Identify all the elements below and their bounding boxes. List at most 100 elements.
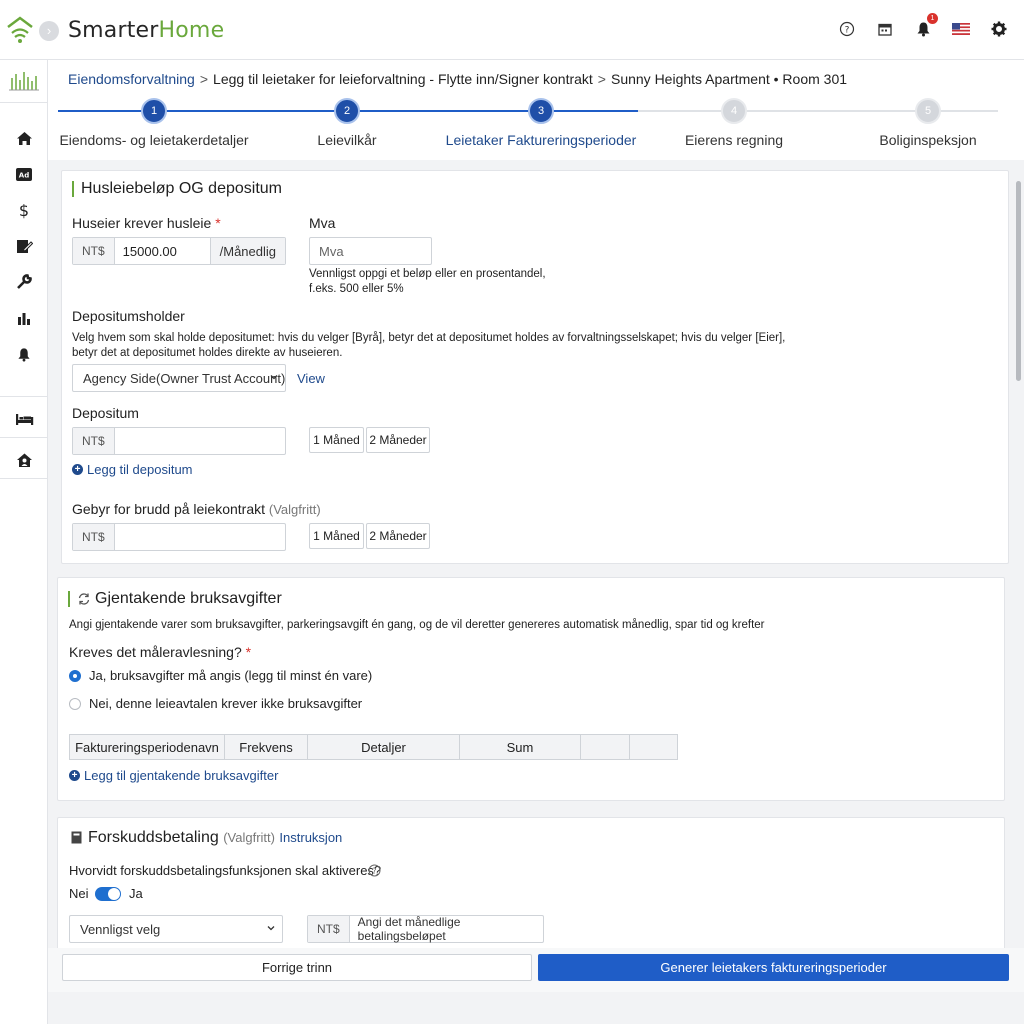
scrollbar-thumb[interactable] bbox=[1016, 181, 1021, 381]
notification-count-badge: 1 bbox=[927, 13, 938, 24]
sidebar-item-contracts[interactable] bbox=[0, 228, 48, 264]
book-icon bbox=[71, 831, 82, 847]
currency-addon: NT$ bbox=[73, 238, 115, 264]
step-3-circle[interactable]: 3 bbox=[528, 98, 554, 124]
svg-text:?: ? bbox=[845, 26, 850, 36]
sidebar-item-notifications[interactable] bbox=[0, 336, 48, 372]
breach-fee-field[interactable]: NT$ bbox=[72, 523, 286, 551]
deposit-holder-selected: Agency Side(Owner Trust Account) bbox=[83, 370, 286, 386]
step-2-label[interactable]: Leievilkår bbox=[317, 132, 376, 148]
refresh-icon bbox=[77, 592, 91, 609]
step-1-circle[interactable]: 1 bbox=[141, 98, 167, 124]
add-deposit-link[interactable]: + Legg til depositum bbox=[72, 462, 193, 477]
bed-icon bbox=[15, 413, 33, 425]
add-recurring-charge-link[interactable]: + Legg til gjentakende bruksavgifter bbox=[69, 768, 278, 783]
rent-amount-field[interactable]: NT$ 15000.00 /Månedlig bbox=[72, 237, 286, 265]
home-icon bbox=[16, 131, 32, 145]
sidebar-item-maintenance[interactable] bbox=[0, 264, 48, 300]
top-bar: › SmarterHome ? 1 bbox=[0, 0, 1024, 60]
page-scrollbar[interactable] bbox=[1013, 175, 1024, 955]
step-3-label[interactable]: Leietaker Faktureringsperioder bbox=[446, 132, 637, 148]
wrench-icon bbox=[17, 274, 32, 289]
us-flag-icon[interactable] bbox=[952, 20, 970, 38]
instructions-link[interactable]: Instruksjon bbox=[279, 830, 342, 845]
sidebar-item-home[interactable] bbox=[0, 120, 48, 156]
meter-yes-option[interactable]: Ja, bruksavgifter må angis (legg til min… bbox=[69, 668, 372, 683]
column-header-details: Detaljer bbox=[308, 735, 460, 759]
section-accent-bar bbox=[72, 181, 74, 197]
prepayment-question: Hvorvidt forskuddsbetalingsfunksjonen sk… bbox=[69, 863, 382, 878]
column-header-frequency: Frekvens bbox=[225, 735, 308, 759]
column-header-sum: Sum bbox=[460, 735, 581, 759]
deposit-amount-field[interactable]: NT$ bbox=[72, 427, 286, 455]
collapse-arrow-icon[interactable]: › bbox=[39, 21, 59, 41]
left-sidebar: Ad $ bbox=[0, 60, 48, 1024]
bell-icon[interactable]: 1 bbox=[914, 13, 938, 38]
breadcrumb-separator: > bbox=[597, 71, 606, 87]
sidebar-item-finance[interactable]: $ bbox=[0, 192, 48, 228]
recurring-charges-card: Gjentakende bruksavgifter Angi gjentaken… bbox=[57, 577, 1005, 801]
toggle-on-label: Ja bbox=[129, 886, 143, 901]
bar-chart-icon bbox=[18, 313, 30, 325]
step-4-label[interactable]: Eierens regning bbox=[685, 132, 783, 148]
sidebar-logo-icon bbox=[6, 68, 42, 96]
breach-one-month-button[interactable]: 1 Måned bbox=[309, 523, 364, 549]
prepayment-amount-field[interactable]: NT$ Angi det månedlige betalingsbeløpet bbox=[307, 915, 544, 943]
svg-text:$: $ bbox=[19, 202, 29, 219]
deposit-holder-hint: Velg hvem som skal holde depositumet: hv… bbox=[72, 332, 786, 359]
deposit-one-month-button[interactable]: 1 Måned bbox=[309, 427, 364, 453]
breadcrumb-item-property-management[interactable]: Eiendomsforvaltning bbox=[68, 71, 195, 87]
step-1-label[interactable]: Eiendoms- og leietakerdetaljer bbox=[59, 132, 248, 148]
deposit-amount-input[interactable] bbox=[115, 428, 285, 454]
deposit-holder-select[interactable]: Agency Side(Owner Trust Account) bbox=[72, 364, 286, 392]
previous-step-button[interactable]: Forrige trinn bbox=[62, 954, 532, 981]
calendar-icon[interactable] bbox=[876, 20, 894, 38]
meter-no-option[interactable]: Nei, denne leieavtalen krever ikke bruks… bbox=[69, 696, 362, 711]
step-4-circle[interactable]: 4 bbox=[721, 98, 747, 124]
sidebar-item-tenants[interactable] bbox=[0, 442, 48, 478]
step-5-label[interactable]: Boliginspeksjon bbox=[879, 132, 976, 148]
currency-addon: NT$ bbox=[73, 428, 115, 454]
plus-circle-icon: + bbox=[69, 770, 80, 781]
help-icon[interactable]: ? bbox=[838, 20, 856, 38]
prepayment-amount-input[interactable]: Angi det månedlige betalingsbeløpet bbox=[350, 915, 543, 943]
radio-selected[interactable] bbox=[69, 669, 81, 682]
toggle-off-label: Nei bbox=[69, 886, 89, 901]
section-accent-bar bbox=[68, 591, 70, 607]
deposit-two-months-button[interactable]: 2 Måneder bbox=[366, 427, 430, 453]
column-header-empty bbox=[581, 735, 630, 759]
help-circle-icon[interactable]: ? bbox=[368, 864, 381, 880]
breadcrumb: Eiendomsforvaltning > Legg til leietaker f… bbox=[68, 71, 847, 87]
rent-amount-input[interactable]: 15000.00 bbox=[115, 238, 210, 264]
step-5-circle[interactable]: 5 bbox=[915, 98, 941, 124]
breadcrumb-item-room: Sunny Heights Apartment • Room 301 bbox=[610, 71, 848, 87]
sidebar-item-rooms[interactable] bbox=[0, 401, 48, 437]
vat-input[interactable]: Mva bbox=[309, 237, 432, 265]
prepayment-period-select[interactable]: Vennligst velg bbox=[69, 915, 283, 943]
recurring-description: Angi gjentakende varer som bruksavgifter… bbox=[69, 619, 765, 631]
sidebar-item-ad[interactable]: Ad bbox=[0, 156, 48, 192]
meter-question-label: Kreves det måleravlesning? * bbox=[69, 644, 252, 660]
column-header-empty bbox=[630, 735, 677, 759]
sidebar-item-reports[interactable] bbox=[0, 300, 48, 336]
view-link[interactable]: View bbox=[297, 371, 325, 386]
breadcrumb-item-add-tenant[interactable]: Legg til leietaker for leieforvaltning -… bbox=[213, 71, 593, 87]
vat-label: Mva bbox=[309, 215, 336, 231]
breach-two-months-button[interactable]: 2 Måneder bbox=[366, 523, 430, 549]
brand-name: SmarterHome bbox=[68, 18, 225, 43]
rent-section-title: Husleiebeløp OG depositum bbox=[81, 180, 282, 197]
breach-fee-input[interactable] bbox=[115, 524, 285, 550]
rent-label: Huseier krever husleie * bbox=[72, 215, 221, 231]
generate-billing-periods-button[interactable]: Generer leietakers faktureringsperioder bbox=[538, 954, 1009, 981]
rent-deposit-card: Husleiebeløp OG depositum Huseier krever… bbox=[61, 170, 1009, 564]
prepayment-toggle[interactable] bbox=[95, 887, 121, 901]
gear-icon[interactable] bbox=[990, 20, 1008, 38]
deposit-holder-label: Depositumsholder bbox=[72, 308, 185, 324]
column-header-billing-name: Faktureringsperiodenavn bbox=[70, 735, 225, 759]
radio-unselected[interactable] bbox=[69, 697, 81, 710]
breach-fee-label: Gebyr for brudd på leiekontrakt (Valgfri… bbox=[72, 501, 321, 517]
recurring-table-header: Faktureringsperiodenavn Frekvens Detalje… bbox=[69, 734, 678, 760]
bell-icon bbox=[18, 347, 30, 361]
vat-hint: Vennligst oppgi et beløp eller en prosen… bbox=[309, 268, 546, 295]
step-2-circle[interactable]: 2 bbox=[334, 98, 360, 124]
